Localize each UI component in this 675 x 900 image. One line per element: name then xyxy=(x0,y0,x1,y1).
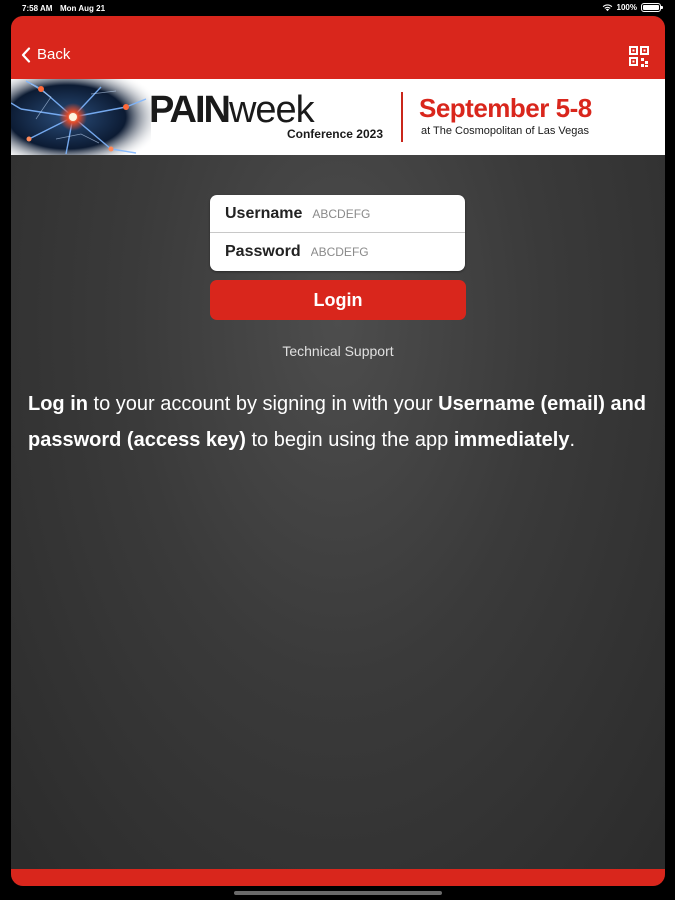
username-label: Username xyxy=(225,204,303,222)
back-label: Back xyxy=(37,46,71,63)
technical-support-link[interactable]: Technical Support xyxy=(11,343,665,359)
status-date: Mon Aug 21 xyxy=(60,4,106,13)
brand-subtitle: Conference 2023 xyxy=(286,127,383,141)
event-banner: PAINweek Conference 2023 September 5-8 a… xyxy=(11,79,665,155)
password-label: Password xyxy=(225,242,301,260)
intro-text-2: to your account by signing in with your xyxy=(87,393,439,415)
neuron-image xyxy=(11,79,151,155)
qr-code-icon[interactable] xyxy=(629,46,649,68)
chevron-left-icon xyxy=(21,46,31,63)
wifi-icon xyxy=(602,4,612,12)
intro-text: Log in to your account by signing in wit… xyxy=(28,386,653,458)
intro-text-6: . xyxy=(569,429,576,451)
brand-name-light: week xyxy=(228,89,315,131)
password-input[interactable] xyxy=(308,243,453,260)
intro-bold-5: immediately xyxy=(453,429,570,451)
bottom-bar xyxy=(11,869,665,886)
app-screen: Back PAINweek Conference 2023 September … xyxy=(11,16,665,886)
brand-logo: PAINweek Conference 2023 xyxy=(149,91,391,143)
banner-divider xyxy=(401,92,403,142)
login-form: Username Password xyxy=(210,195,465,271)
password-row: Password xyxy=(210,233,465,270)
back-button[interactable]: Back xyxy=(21,46,70,63)
status-bar: 7:58 AM Mon Aug 21 100% xyxy=(0,0,675,16)
battery-icon xyxy=(641,3,663,12)
battery-percent: 100% xyxy=(616,3,637,12)
event-dates: September 5-8 xyxy=(419,93,592,123)
status-time: 7:58 AM xyxy=(22,4,53,13)
login-button[interactable]: Login xyxy=(210,280,466,320)
brand-name: PAINweek xyxy=(149,89,315,131)
brand-name-bold: PAIN xyxy=(149,89,231,131)
intro-bold-1: Log in xyxy=(28,393,88,415)
home-indicator[interactable] xyxy=(234,891,442,895)
nav-bar: Back xyxy=(11,16,665,79)
event-venue: at The Cosmopolitan of Las Vegas xyxy=(421,125,589,137)
username-row: Username xyxy=(210,195,465,232)
intro-text-4: to begin using the app xyxy=(245,429,454,451)
status-right: 100% xyxy=(602,3,663,12)
username-input[interactable] xyxy=(310,205,455,222)
